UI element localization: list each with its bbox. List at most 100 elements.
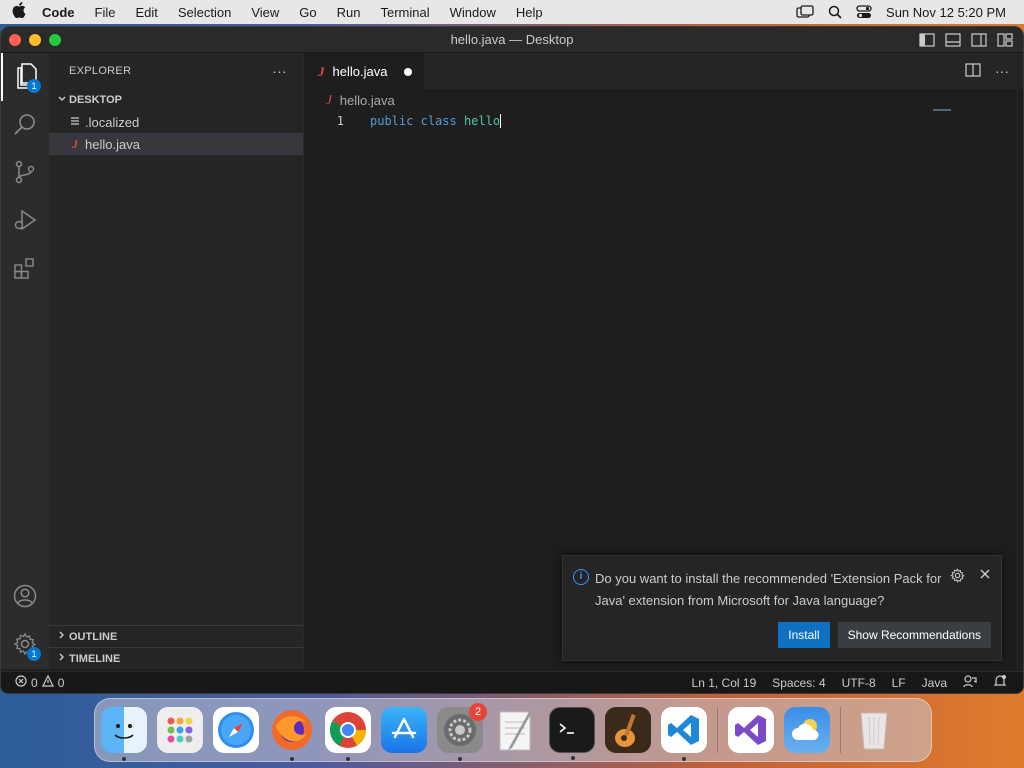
running-indicator [290, 757, 294, 761]
menu-run[interactable]: Run [327, 5, 371, 20]
outline-section[interactable]: OUTLINE [49, 625, 303, 647]
code-line[interactable]: 1 public class hello [304, 111, 1023, 131]
menubar-clock[interactable]: Sun Nov 12 5:20 PM [886, 5, 1006, 20]
explorer-activity-button[interactable]: 1 [1, 53, 49, 101]
garageband-icon[interactable] [605, 707, 651, 753]
file-item-hello-java[interactable]: J hello.java [49, 133, 303, 155]
language-mode[interactable]: Java [922, 676, 947, 690]
problems-indicator[interactable]: 0 0 [1, 674, 65, 690]
terminal-icon[interactable] [549, 707, 595, 760]
menu-window[interactable]: Window [440, 5, 506, 20]
cursor-position[interactable]: Ln 1, Col 19 [692, 676, 757, 690]
editor-area: J hello.java ··· J hello.java 1 public c… [304, 53, 1023, 669]
menu-terminal[interactable]: Terminal [371, 5, 440, 20]
tab-label: hello.java [332, 64, 388, 79]
control-center-icon[interactable] [856, 5, 872, 19]
breadcrumb-file[interactable]: hello.java [340, 93, 395, 108]
chevron-right-icon [55, 630, 69, 643]
window-controls [1, 33, 61, 46]
editor-actions: ··· [965, 53, 1023, 89]
eol-status[interactable]: LF [892, 676, 906, 690]
vscode-icon[interactable] [661, 707, 707, 761]
error-count: 0 [31, 675, 38, 690]
feedback-icon[interactable] [963, 674, 977, 691]
safari-icon[interactable] [213, 707, 259, 753]
window-title: hello.java — Desktop [450, 32, 574, 47]
toggle-secondary-sidebar-icon[interactable] [971, 32, 987, 47]
file-item-localized[interactable]: .localized [49, 111, 303, 133]
explorer-title: EXPLORER [69, 65, 132, 77]
apple-menu-icon[interactable] [0, 2, 38, 22]
spotlight-search-icon[interactable] [828, 5, 842, 19]
warning-count: 0 [57, 675, 65, 690]
menu-go[interactable]: Go [289, 5, 326, 20]
vscode-window: hello.java — Desktop 1 1 EXPLORER ··· DE… [0, 26, 1024, 694]
chrome-icon[interactable] [325, 707, 371, 761]
visual-studio-icon[interactable] [728, 707, 774, 753]
explorer-badge: 1 [27, 79, 41, 93]
menu-view[interactable]: View [241, 5, 289, 20]
show-recommendations-button[interactable]: Show Recommendations [837, 622, 991, 648]
trash-icon[interactable] [851, 707, 897, 753]
app-store-icon[interactable] [381, 707, 427, 753]
manage-badge: 1 [27, 647, 41, 661]
firefox-icon[interactable] [269, 707, 315, 761]
textedit-icon[interactable] [493, 707, 539, 753]
close-window-button[interactable] [9, 33, 21, 46]
tab-hello-java[interactable]: J hello.java [304, 53, 424, 89]
notifications-bell-icon[interactable] [993, 674, 1007, 691]
toggle-panel-icon[interactable] [945, 32, 961, 47]
finder-icon[interactable] [101, 707, 147, 761]
text-cursor [500, 114, 502, 129]
weather-icon[interactable] [784, 707, 830, 753]
search-activity-button[interactable] [1, 101, 49, 149]
menu-selection[interactable]: Selection [168, 5, 241, 20]
activity-bar-bottom: 1 [1, 573, 49, 669]
timeline-section[interactable]: TIMELINE [49, 647, 303, 669]
menu-file[interactable]: File [85, 5, 126, 20]
minimap[interactable] [933, 109, 951, 111]
notification-message: Do you want to install the recommended '… [595, 571, 942, 608]
source-control-activity-button[interactable] [1, 149, 49, 197]
running-indicator [122, 757, 126, 761]
account-icon [13, 584, 37, 611]
menu-help[interactable]: Help [506, 5, 553, 20]
java-file-icon: J [326, 92, 332, 107]
error-icon [15, 675, 27, 690]
activity-bar: 1 1 [1, 53, 49, 669]
zoom-window-button[interactable] [49, 33, 61, 46]
notification-settings-gear-icon[interactable] [950, 568, 965, 612]
split-editor-icon[interactable] [965, 62, 981, 80]
indentation-status[interactable]: Spaces: 4 [772, 676, 825, 690]
notification-close-icon[interactable] [979, 568, 991, 612]
class-name-token: hello [463, 113, 501, 128]
encoding-status[interactable]: UTF-8 [842, 676, 876, 690]
more-actions-icon[interactable]: ··· [995, 63, 1009, 79]
layout-controls [919, 32, 1023, 47]
toggle-primary-sidebar-icon[interactable] [919, 32, 935, 47]
customize-layout-icon[interactable] [997, 32, 1013, 47]
editor-scrollbar[interactable] [1017, 89, 1023, 669]
launchpad-icon[interactable] [157, 707, 203, 753]
java-file-icon: J [318, 63, 325, 79]
menu-app-code[interactable]: Code [38, 5, 85, 20]
accounts-activity-button[interactable] [1, 573, 49, 621]
system-settings-icon[interactable]: 2 [437, 703, 487, 761]
manage-activity-button[interactable]: 1 [1, 621, 49, 669]
keyword-token: public [370, 113, 414, 128]
unsaved-dot-icon[interactable] [404, 67, 412, 76]
run-debug-activity-button[interactable] [1, 197, 49, 245]
extensions-activity-button[interactable] [1, 245, 49, 293]
search-icon [13, 112, 37, 139]
minimize-window-button[interactable] [29, 33, 41, 46]
explorer-more-actions-button[interactable]: ··· [272, 63, 303, 79]
code-text[interactable]: public class hello [344, 113, 502, 129]
screen-mirroring-icon[interactable] [796, 5, 814, 19]
sidebar-bottom-sections: OUTLINE TIMELINE [49, 625, 303, 669]
folder-desktop[interactable]: DESKTOP [49, 89, 303, 111]
menu-edit[interactable]: Edit [125, 5, 167, 20]
install-button[interactable]: Install [778, 622, 830, 648]
settings-badge: 2 [469, 703, 487, 721]
extension-recommendation-notification: i Do you want to install the recommended… [562, 555, 1002, 661]
explorer-sidebar: EXPLORER ··· DESKTOP .localized J hello.… [49, 53, 304, 669]
